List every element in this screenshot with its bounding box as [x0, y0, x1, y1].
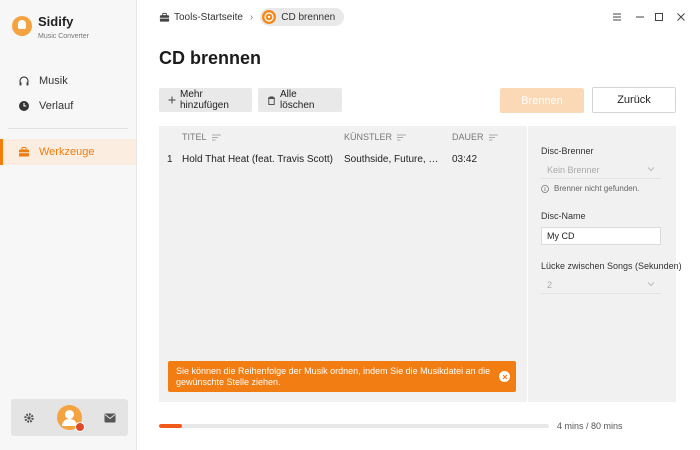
sort-icon — [211, 134, 221, 141]
sidify-logo-icon — [12, 16, 32, 36]
clock-icon — [18, 100, 30, 112]
disc-capacity-bar — [159, 424, 549, 428]
breadcrumb: Tools-Startseite › CD brennen — [159, 8, 345, 26]
sidebar-item-verlauf[interactable]: Verlauf — [0, 93, 136, 118]
burner-hint-text: Brenner nicht gefunden. — [554, 184, 640, 193]
column-header-title[interactable]: TITEL — [182, 132, 221, 142]
mail-icon[interactable] — [102, 410, 118, 426]
breadcrumb-current: CD brennen — [260, 8, 345, 26]
headphones-icon — [18, 75, 30, 87]
row-artist: Southside, Future, Travis Scott — [344, 154, 442, 165]
trash-icon — [267, 96, 276, 105]
clear-all-button[interactable]: Alle löschen — [258, 88, 342, 112]
plus-icon — [168, 96, 176, 104]
app-subtitle: Music Converter — [38, 33, 89, 40]
gap-select[interactable]: 2 — [541, 278, 661, 294]
disc-name-label: Disc-Name — [541, 211, 586, 221]
close-icon[interactable] — [674, 10, 688, 24]
gap-label: Lücke zwischen Songs (Sekunden) — [541, 261, 682, 271]
sidebar-item-label: Verlauf — [39, 99, 74, 112]
sidebar-nav: Musik Verlauf Werkzeuge — [0, 68, 136, 165]
brand: Sidify Music Converter — [12, 14, 89, 43]
cd-icon — [262, 10, 277, 24]
row-duration: 03:42 — [452, 154, 478, 165]
table-header: TITEL KÜNSTLER DAUER — [159, 126, 527, 148]
toolbox-icon — [18, 146, 30, 158]
burner-select[interactable]: Kein Brenner — [541, 163, 661, 179]
menu-icon[interactable] — [610, 10, 624, 24]
avatar[interactable] — [57, 405, 85, 432]
disc-name-input[interactable] — [541, 227, 661, 245]
info-icon — [541, 184, 549, 193]
sidebar-item-werkzeuge[interactable]: Werkzeuge — [0, 139, 136, 165]
row-index: 1 — [167, 154, 173, 165]
burn-button[interactable]: Brennen — [500, 88, 584, 113]
breadcrumb-home-label: Tools-Startseite — [174, 11, 243, 23]
column-header-artist[interactable]: KÜNSTLER — [344, 132, 407, 142]
sidebar-item-label: Musik — [39, 74, 68, 87]
breadcrumb-home[interactable]: Tools-Startseite — [159, 12, 243, 23]
breadcrumb-current-label: CD brennen — [281, 11, 336, 23]
sidebar-item-label: Werkzeuge — [39, 146, 95, 158]
close-icon[interactable] — [499, 371, 510, 382]
burner-hint: Brenner nicht gefunden. — [541, 184, 639, 193]
topbar: Tools-Startseite › CD brennen — [137, 0, 700, 34]
sidebar: Sidify Music Converter Musik Verlauf Wer… — [0, 0, 137, 450]
sidebar-divider — [8, 128, 128, 129]
page-title: CD brennen — [159, 48, 262, 68]
burner-select-value: Kein Brenner — [547, 165, 600, 175]
reorder-tip: Sie können die Reihenfolge der Musik ord… — [168, 361, 516, 392]
sort-icon — [488, 134, 498, 141]
notification-badge-icon — [75, 422, 85, 432]
back-button[interactable]: Zurück — [592, 87, 676, 113]
disc-capacity-text: 4 mins / 80 mins — [557, 421, 623, 431]
sidebar-item-musik[interactable]: Musik — [0, 68, 136, 93]
sort-icon — [397, 134, 407, 141]
disc-capacity-fill — [159, 424, 183, 428]
column-header-duration[interactable]: DAUER — [452, 132, 498, 142]
toolbox-icon — [159, 12, 170, 23]
burner-label: Disc-Brenner — [541, 146, 594, 156]
row-title: Hold That Heat (feat. Travis Scott) — [182, 154, 333, 165]
clear-all-label: Alle löschen — [280, 89, 315, 111]
maximize-icon[interactable] — [652, 10, 666, 24]
sidebar-footer — [11, 399, 128, 436]
app-name: Sidify — [38, 14, 74, 29]
reorder-tip-text: Sie können die Reihenfolge der Musik ord… — [176, 366, 491, 387]
gear-icon[interactable] — [21, 410, 37, 426]
minimize-icon[interactable] — [633, 10, 647, 24]
chevron-right-icon: › — [249, 11, 254, 23]
add-more-label: Mehr hinzufügen — [180, 89, 229, 111]
gap-select-value: 2 — [547, 280, 553, 290]
chevron-down-icon — [647, 166, 655, 172]
table-row[interactable]: 1 Hold That Heat (feat. Travis Scott) So… — [159, 150, 527, 170]
chevron-down-icon — [647, 281, 655, 287]
add-more-button[interactable]: Mehr hinzufügen — [159, 88, 252, 112]
